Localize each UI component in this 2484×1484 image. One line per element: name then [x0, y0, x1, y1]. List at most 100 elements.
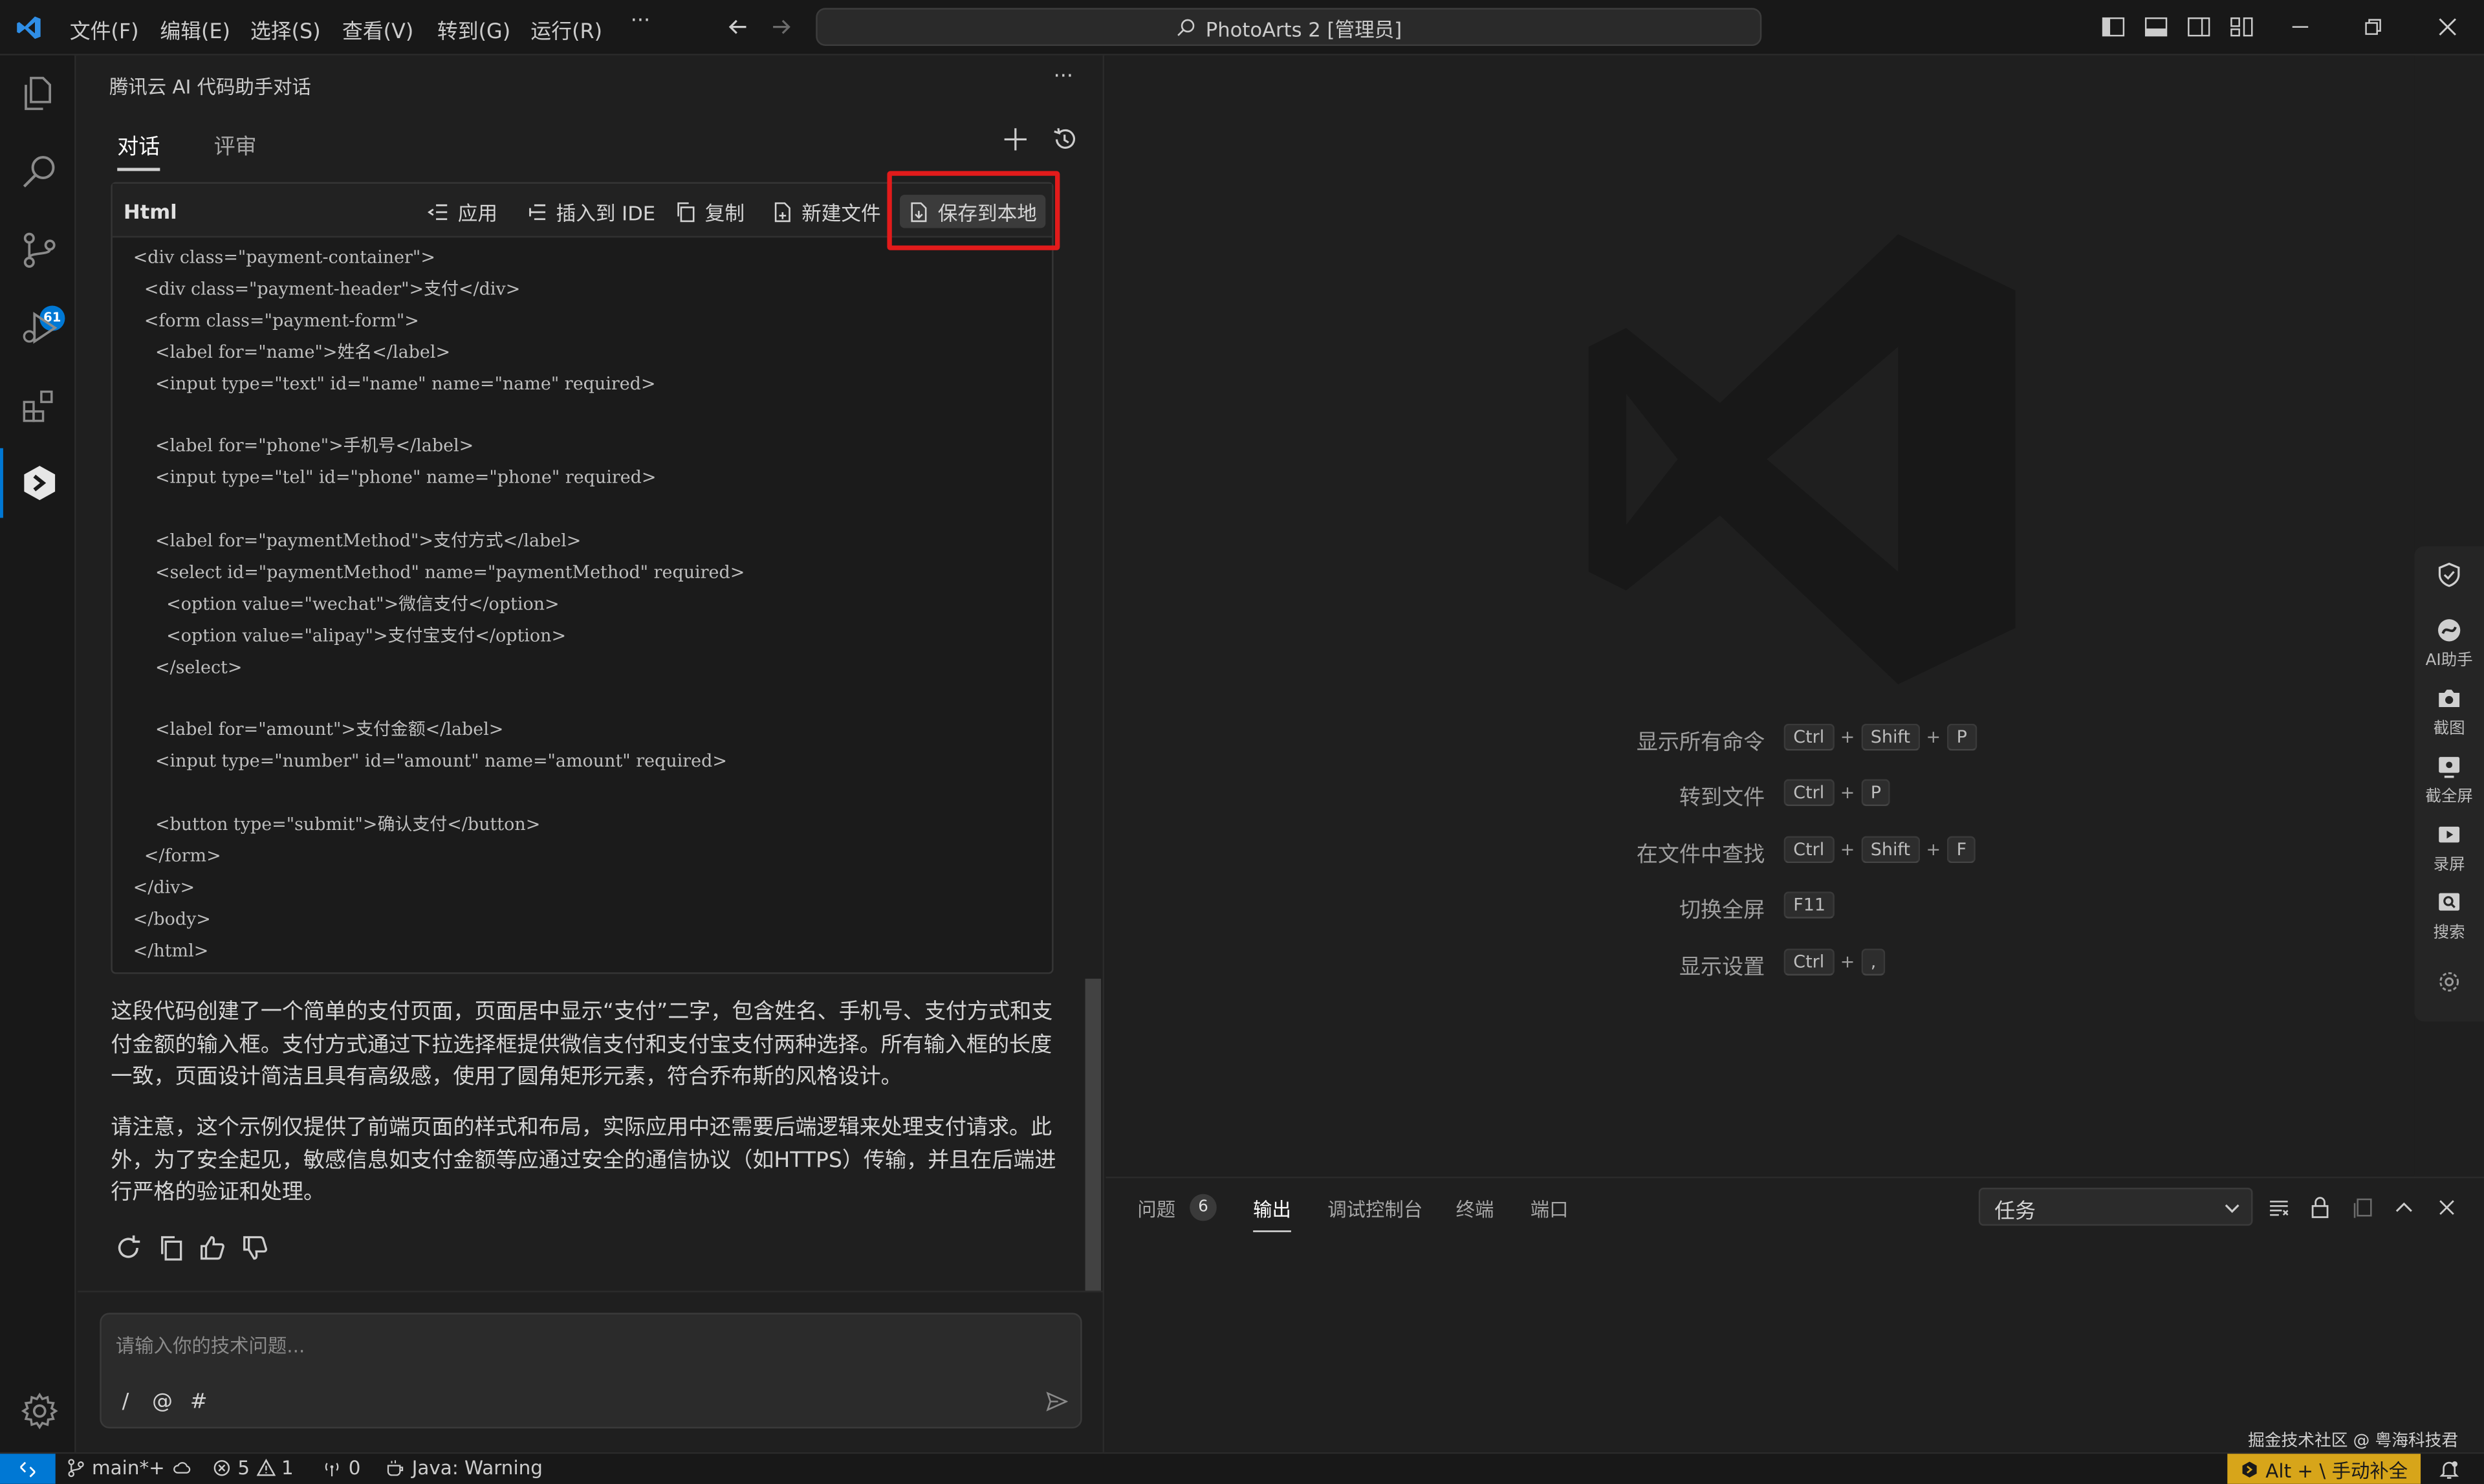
record-screen-button[interactable]: 录屏 — [2414, 822, 2484, 874]
java-status-item[interactable]: Java: Warning — [385, 1457, 543, 1479]
menu-more[interactable]: ··· — [631, 10, 650, 34]
shortcut-row[interactable]: 显示所有命令 Ctrl + Shift + P — [1106, 723, 2414, 756]
settings-gear-icon[interactable] — [19, 1390, 60, 1432]
explorer-icon[interactable] — [19, 73, 60, 115]
shortcut-row[interactable]: 显示设置 Ctrl +, — [1106, 948, 2414, 980]
history-icon[interactable] — [1052, 127, 1077, 152]
code-content: <div class="payment-container"> <div cla… — [133, 243, 745, 967]
new-file-button[interactable]: 新建文件 — [772, 195, 881, 228]
maximize-panel-icon[interactable] — [2392, 1195, 2416, 1219]
ai-assistant-button[interactable]: AI助手 — [2414, 618, 2484, 670]
send-icon[interactable] — [1045, 1390, 1068, 1412]
insert-to-ide-button[interactable]: 插入到 IDE — [526, 195, 655, 228]
panel-title: 腾讯云 AI 代码助手对话 — [109, 76, 311, 98]
highlight-box — [887, 171, 1060, 250]
search-button[interactable]: 搜索 — [2414, 890, 2484, 943]
chat-input-box[interactable]: 请输入你的技术问题... / @ # — [100, 1313, 1082, 1429]
tab-terminal[interactable]: 终端 — [1456, 1195, 1494, 1223]
thumbs-up-icon[interactable] — [198, 1234, 226, 1262]
code-line: <form class="payment-form"> — [133, 310, 419, 331]
key-plus: + — [1840, 952, 1855, 973]
problems-item[interactable]: 5 1 — [212, 1457, 294, 1479]
close-panel-icon[interactable] — [2435, 1195, 2459, 1219]
source-control-icon[interactable] — [19, 230, 60, 271]
copy-label: 复制 — [704, 201, 745, 225]
keycap: P — [1861, 779, 1891, 807]
menu-goto[interactable]: 转到(G) — [437, 14, 510, 45]
extensions-icon[interactable] — [19, 385, 60, 426]
run-debug-icon[interactable] — [19, 307, 60, 349]
notifications-bell-icon[interactable] — [2438, 1459, 2460, 1481]
customize-layout-icon[interactable] — [2229, 14, 2254, 39]
manual-completion-item[interactable]: Alt + \ 手动补全 — [2227, 1454, 2421, 1484]
shortcut-row[interactable]: 切换全屏 F11 — [1106, 891, 2414, 923]
full-screenshot-button[interactable]: 截全屏 — [2414, 754, 2484, 806]
shortcut-row[interactable]: 转到文件 Ctrl + P — [1106, 779, 2414, 811]
branch-item[interactable]: main*+ — [67, 1457, 193, 1479]
apply-button[interactable]: 应用 — [428, 195, 497, 228]
shortcut-label: 切换全屏 — [1679, 898, 1765, 924]
ports-count: 0 — [348, 1457, 361, 1479]
tab-ports[interactable]: 端口 — [1531, 1195, 1569, 1223]
output-channel-select[interactable]: 任务 — [1978, 1188, 2253, 1226]
git-branch-icon — [68, 1459, 84, 1478]
open-in-editor-icon[interactable] — [2351, 1195, 2375, 1219]
back-arrow-icon[interactable] — [726, 14, 751, 39]
tab-chat[interactable]: 对话 — [117, 128, 160, 171]
slash-command-button[interactable]: / — [122, 1390, 129, 1414]
keycap: Shift — [1861, 723, 1920, 751]
minimize-icon[interactable] — [2287, 14, 2313, 39]
tab-debug-console[interactable]: 调试控制台 — [1327, 1195, 1422, 1223]
copy-response-icon[interactable] — [157, 1234, 185, 1262]
menu-selection[interactable]: 选择(S) — [250, 14, 321, 45]
ports-item[interactable]: 0 — [321, 1457, 360, 1479]
remote-indicator[interactable] — [0, 1454, 56, 1484]
shield-button[interactable] — [2414, 562, 2484, 591]
menu-edit[interactable]: 编辑(E) — [160, 14, 230, 45]
shortcut-row[interactable]: 在文件中查找 Ctrl + Shift + F — [1106, 836, 2414, 868]
forward-arrow-icon[interactable] — [768, 14, 794, 39]
code-line: <label for="phone">手机号</label> — [133, 436, 474, 457]
new-chat-plus-icon[interactable] — [1003, 127, 1028, 152]
new-file-label: 新建文件 — [801, 201, 881, 225]
code-line: <div class="payment-container"> — [133, 246, 435, 268]
shortcut-label: 转到文件 — [1679, 785, 1765, 811]
vscode-logo-icon[interactable] — [16, 14, 43, 41]
key-plus: + — [1926, 726, 1941, 748]
command-center[interactable]: PhotoArts 2 [管理员] — [816, 8, 1762, 46]
shortcut-label: 显示设置 — [1679, 955, 1765, 981]
code-line: <label for="paymentMethod">支付方式</label> — [133, 530, 582, 551]
tab-output[interactable]: 输出 — [1253, 1195, 1292, 1232]
full-screenshot-label: 截全屏 — [2425, 789, 2473, 807]
panel-more-button[interactable]: ··· — [1054, 65, 1073, 89]
menu-file[interactable]: 文件(F) — [70, 14, 139, 45]
close-icon[interactable] — [2435, 14, 2460, 39]
screenshot-button[interactable]: 截图 — [2414, 686, 2484, 738]
mention-button[interactable]: @ — [152, 1390, 173, 1414]
search-icon[interactable] — [19, 151, 60, 192]
reference-button[interactable]: # — [190, 1390, 208, 1414]
warning-icon — [256, 1458, 276, 1476]
scrollbar-thumb[interactable] — [1085, 978, 1102, 1291]
code-language-label: Html — [124, 199, 177, 224]
toggle-primary-sidebar-icon[interactable] — [2100, 14, 2126, 39]
tab-review[interactable]: 评审 — [214, 128, 257, 160]
toggle-secondary-sidebar-icon[interactable] — [2186, 14, 2212, 39]
menu-view[interactable]: 查看(V) — [342, 14, 413, 45]
clear-output-icon[interactable] — [2267, 1195, 2291, 1219]
tencent-ai-assistant-icon[interactable] — [19, 463, 60, 504]
copy-button[interactable]: 复制 — [675, 195, 745, 228]
tab-problems[interactable]: 问题 — [1137, 1195, 1175, 1223]
restore-icon[interactable] — [2360, 14, 2386, 39]
toolbar-settings-button[interactable] — [2414, 969, 2484, 998]
regenerate-icon[interactable] — [114, 1234, 142, 1262]
command-center-label: PhotoArts 2 [管理员] — [1205, 16, 1402, 41]
menu-run[interactable]: 运行(R) — [530, 14, 602, 45]
lock-icon[interactable] — [2308, 1195, 2332, 1219]
thumbs-down-icon[interactable] — [241, 1234, 269, 1262]
title-bar: 文件(F) 编辑(E) 选择(S) 查看(V) 转到(G) 运行(R) ··· … — [0, 0, 2484, 56]
toggle-panel-icon[interactable] — [2143, 14, 2168, 39]
search-icon — [1177, 18, 1195, 36]
keycap: P — [1946, 723, 1977, 751]
key-plus: + — [1840, 782, 1855, 803]
